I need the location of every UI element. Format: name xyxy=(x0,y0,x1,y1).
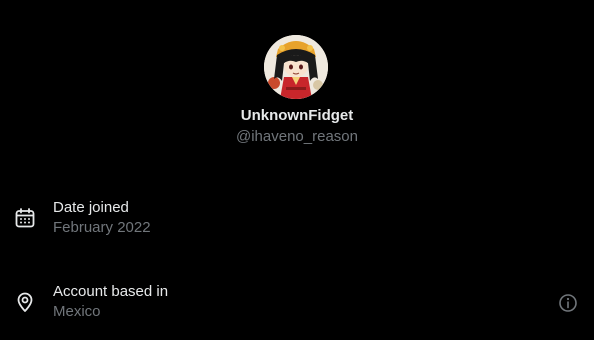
avatar-image xyxy=(264,35,328,99)
display-name[interactable]: UnknownFidget xyxy=(0,106,594,126)
avatar[interactable] xyxy=(264,35,328,99)
profile-header: UnknownFidget @ihaveno_reason xyxy=(0,0,594,160)
calendar-icon xyxy=(14,207,36,229)
date-joined-row: Date joined February 2022 xyxy=(0,198,594,242)
date-joined-value: February 2022 xyxy=(53,219,151,236)
info-icon[interactable] xyxy=(558,293,578,313)
location-pin-icon xyxy=(14,291,36,313)
username-handle: @ihaveno_reason xyxy=(236,128,358,145)
date-joined-label: Date joined xyxy=(53,199,129,216)
account-location-value: Mexico xyxy=(53,303,101,320)
account-location-label: Account based in xyxy=(53,283,169,300)
account-location-row: Account based in Mexico xyxy=(0,282,594,326)
